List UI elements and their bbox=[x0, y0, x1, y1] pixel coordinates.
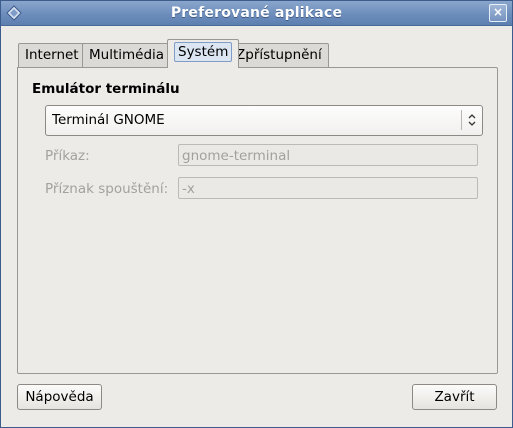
exec-flag-label: Příznak spouštění: bbox=[45, 181, 169, 197]
updown-arrows-icon bbox=[468, 114, 476, 126]
command-field[interactable]: gnome-terminal bbox=[178, 144, 478, 166]
tab-label: Internet bbox=[25, 47, 79, 63]
exec-flag-field[interactable]: -x bbox=[178, 177, 478, 199]
tab-accessibility[interactable]: Zpřístupnění bbox=[229, 43, 329, 67]
window-title: Preferované aplikace bbox=[170, 5, 343, 21]
terminal-select-value: Terminál GNOME bbox=[52, 112, 165, 128]
preferred-applications-window: Preferované aplikace × Internet Multiméd… bbox=[0, 0, 513, 428]
tab-label: Systém bbox=[174, 42, 233, 62]
close-icon: × bbox=[492, 5, 504, 19]
tab-label: Zpřístupnění bbox=[236, 47, 322, 63]
tab-label: Multimédia bbox=[89, 47, 165, 63]
tab-system[interactable]: Systém bbox=[167, 39, 240, 68]
combo-separator bbox=[461, 110, 462, 130]
terminal-select[interactable]: Terminál GNOME bbox=[45, 105, 483, 136]
help-button[interactable]: Nápověda bbox=[17, 384, 102, 410]
terminal-emulator-heading: Emulátor terminálu bbox=[32, 81, 180, 97]
title-bar[interactable]: Preferované aplikace × bbox=[1, 1, 512, 26]
command-label: Příkaz: bbox=[45, 148, 90, 164]
system-panel: Emulátor terminálu Terminál GNOME Příkaz… bbox=[17, 67, 498, 374]
close-button[interactable]: Zavřít bbox=[412, 384, 497, 410]
close-window-button[interactable]: × bbox=[489, 4, 507, 22]
tab-multimedia[interactable]: Multimédia bbox=[82, 43, 172, 67]
tab-internet[interactable]: Internet bbox=[18, 43, 86, 67]
